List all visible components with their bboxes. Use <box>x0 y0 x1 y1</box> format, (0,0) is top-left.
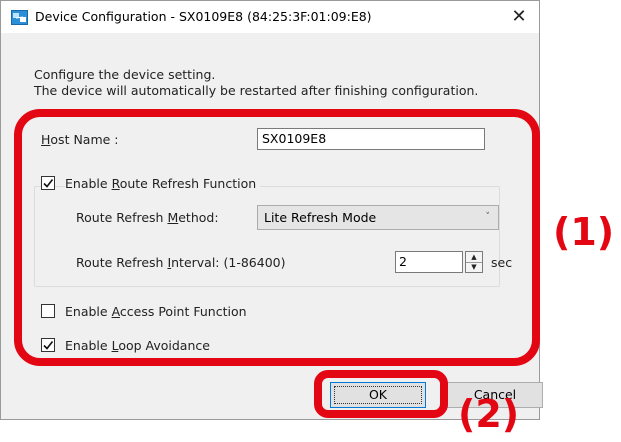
intro-line-1: Configure the device setting. <box>34 67 216 82</box>
annotation-label-1: (1) <box>553 210 615 254</box>
title-bar: Device Configuration - SX0109E8 (84:25:3… <box>1 1 539 33</box>
annotation-box-1 <box>14 109 540 366</box>
annotation-box-2 <box>314 370 448 418</box>
intro-text: Configure the device setting. The device… <box>34 67 478 99</box>
close-icon[interactable]: ✕ <box>507 5 531 29</box>
device-config-icon <box>11 10 28 25</box>
intro-line-2: The device will automatically be restart… <box>34 83 479 98</box>
annotation-label-2: (2) <box>458 392 520 436</box>
window-title: Device Configuration - SX0109E8 (84:25:3… <box>35 9 372 24</box>
